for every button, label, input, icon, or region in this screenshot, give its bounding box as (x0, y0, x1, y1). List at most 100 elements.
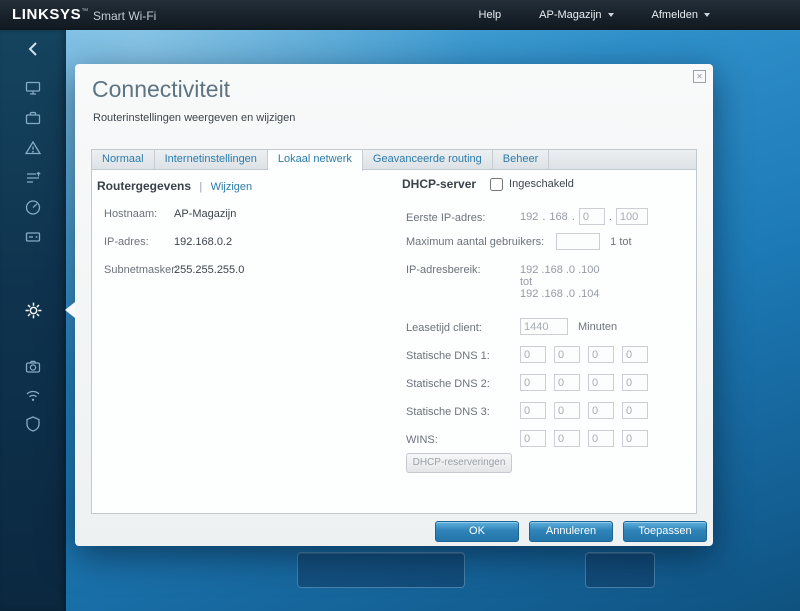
dns2-octet4-input[interactable] (622, 374, 648, 391)
gauge-icon (25, 200, 41, 215)
tab-content-panel: Routergegevens | Wijzigen Hostnaam: AP-M… (91, 169, 697, 514)
tab-lokaal-netwerk[interactable]: Lokaal netwerk (267, 150, 363, 171)
account-label: AP-Magazijn (539, 9, 602, 21)
static-dns3-row: Statische DNS 3: (406, 402, 694, 419)
first-ip-row: Eerste IP-adres: 192 . 168 . . (406, 208, 694, 225)
dns1-octet3-input[interactable] (588, 346, 614, 363)
wins-octet3-input[interactable] (588, 430, 614, 447)
topbar-menu: Help AP-Magazijn Afmelden (479, 0, 710, 30)
sidebar-item-network-map[interactable] (0, 75, 66, 101)
wins-octet2-input[interactable] (554, 430, 580, 447)
dns2-octet2-input[interactable] (554, 374, 580, 391)
ok-button[interactable]: OK (435, 521, 519, 542)
static-dns1-row: Statische DNS 1: (406, 346, 694, 363)
brand-text: LINKSYS (12, 6, 82, 23)
ip-range-connector: tot (520, 276, 533, 288)
cancel-button[interactable]: Annuleren (529, 521, 613, 542)
dns3-octet1-input[interactable] (520, 402, 546, 419)
tab-beheer[interactable]: Beheer (493, 150, 550, 169)
dialog-subtitle: Routerinstellingen weergeven en wijzigen (93, 112, 296, 124)
dns2-octet3-input[interactable] (588, 374, 614, 391)
selected-item-pointer (65, 302, 75, 318)
close-icon[interactable]: ✕ (693, 70, 706, 83)
hostname-row: Hostnaam: AP-Magazijn (104, 208, 394, 220)
max-users-label: Maximum aantal gebruikers: (406, 235, 545, 248)
hostname-value: AP-Magazijn (174, 208, 237, 220)
caret-down-icon (704, 13, 710, 17)
wins-label: WINS: (406, 434, 438, 446)
connectivity-dialog: ✕ Connectiviteit Routerinstellingen weer… (75, 64, 713, 546)
sidebar-item-parental-controls[interactable] (0, 135, 66, 161)
lease-time-input[interactable] (520, 318, 568, 335)
subnet-mask-value: 255.255.255.0 (174, 264, 245, 276)
wins-row: WINS: (406, 430, 694, 447)
router-info-heading: Routergegevens (97, 179, 192, 193)
product-name: Smart Wi-Fi (93, 9, 157, 23)
static-dns2-inputs (520, 374, 656, 391)
octet-dot: . (608, 210, 612, 223)
static-dns3-label: Statische DNS 3: (406, 406, 490, 418)
sidebar-item-media-prioritization[interactable] (0, 165, 66, 191)
sidebar-item-guest-access[interactable] (0, 105, 66, 131)
dns1-octet2-input[interactable] (554, 346, 580, 363)
tab-bar: Normaal Internetinstellingen Lokaal netw… (91, 149, 697, 171)
caret-down-icon (607, 13, 614, 17)
logout-label: Afmelden (651, 9, 698, 21)
trademark: ™ (81, 8, 89, 15)
edit-link[interactable]: Wijzigen (211, 181, 253, 193)
ip-address-value: 192.168.0.2 (174, 236, 233, 248)
sidebar-item-external-storage[interactable] (0, 224, 66, 250)
wins-inputs (520, 430, 656, 447)
lease-time-controls: Minuten (520, 318, 617, 335)
tab-normaal[interactable]: Normaal (92, 150, 155, 169)
dns3-octet3-input[interactable] (588, 402, 614, 419)
devices-icon (25, 81, 41, 95)
logout-menu-item[interactable]: Afmelden (652, 9, 710, 21)
storage-drive-icon (25, 232, 41, 242)
dns3-octet4-input[interactable] (622, 402, 648, 419)
ip-address-row: IP-adres: 192.168.0.2 (104, 236, 394, 248)
sidebar-back-button[interactable] (0, 36, 66, 62)
ip-range-values: 192 .168 .0 .100 tot 192 .168 .0 .104 (520, 264, 600, 300)
octet-dot: . (571, 210, 575, 223)
subnet-mask-row: Subnetmasker: 255.255.255.0 (104, 264, 394, 276)
help-label: Help (478, 9, 502, 21)
hostname-label: Hostnaam: (104, 208, 158, 220)
dns3-octet2-input[interactable] (554, 402, 580, 419)
dns1-octet4-input[interactable] (622, 346, 648, 363)
tab-internetinstellingen[interactable]: Internetinstellingen (155, 150, 268, 169)
first-ip-octet2: 168 (549, 210, 568, 223)
linksys-logo: LINKSYS™ (12, 6, 89, 23)
warning-triangle-icon (24, 140, 42, 155)
topbar: LINKSYS™ Smart Wi-Fi Help AP-Magazijn Af… (0, 0, 800, 30)
lease-time-row: Leasetijd client: Minuten (406, 318, 694, 335)
sidebar-item-troubleshooting[interactable] (0, 354, 66, 380)
sidebar-item-wireless[interactable] (0, 382, 66, 408)
account-menu-item[interactable]: AP-Magazijn (539, 9, 614, 21)
camera-icon (25, 360, 41, 373)
help-menu-item[interactable]: Help (479, 9, 502, 21)
wins-octet4-input[interactable] (622, 430, 648, 447)
dhcp-enabled-checkbox[interactable] (490, 177, 504, 191)
ip-range-row: IP-adresbereik: 192 .168 .0 .100 tot 192… (406, 264, 694, 300)
first-ip-label: Eerste IP-adres: (406, 212, 486, 224)
router-info-header: Routergegevens | Wijzigen (97, 179, 252, 193)
wifi-icon (26, 390, 40, 401)
dhcp-reservations-button[interactable]: DHCP-reserveringen (406, 453, 512, 473)
sidebar-item-connectivity[interactable] (0, 297, 66, 323)
dns1-octet1-input[interactable] (520, 346, 546, 363)
max-users-input[interactable] (556, 233, 601, 250)
wins-octet1-input[interactable] (520, 430, 546, 447)
max-users-suffix: 1 tot (610, 235, 632, 248)
subnet-mask-label: Subnetmasker: (104, 264, 178, 276)
max-users-row: Maximum aantal gebruikers: 1 tot (406, 233, 694, 250)
dns2-octet1-input[interactable] (520, 374, 546, 391)
sidebar-item-security[interactable] (0, 411, 66, 437)
sidebar-item-speed-test[interactable] (0, 194, 66, 220)
first-ip-octet3-input[interactable] (578, 208, 605, 225)
tab-geavanceerde-routing[interactable]: Geavanceerde routing (363, 150, 493, 169)
apply-button[interactable]: Toepassen (623, 521, 707, 542)
shield-icon (26, 416, 40, 432)
first-ip-octet1: 192 (520, 210, 539, 223)
first-ip-octet4-input[interactable] (615, 208, 648, 225)
